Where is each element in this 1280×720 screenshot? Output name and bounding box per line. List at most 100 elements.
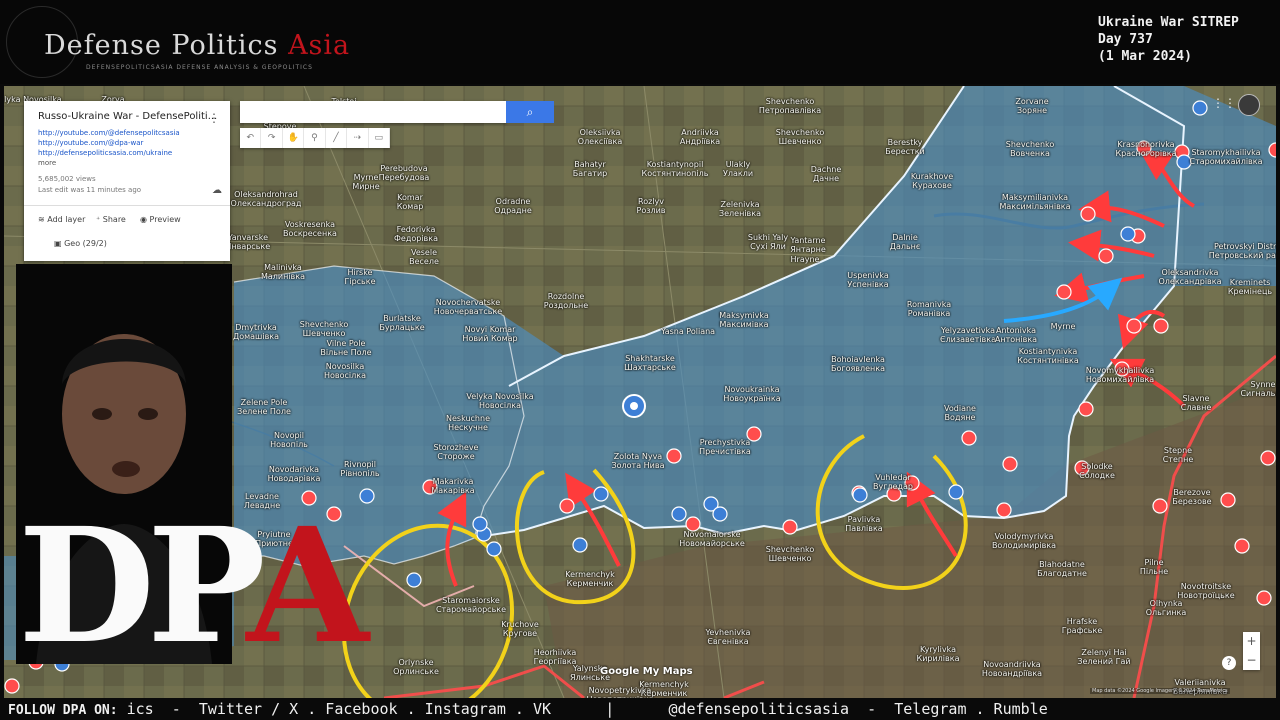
place-name-ukrainian: Водяне (944, 413, 976, 422)
place-name: Novosilka (325, 362, 365, 371)
place-name: Novoukrainka (724, 385, 780, 394)
place-label: Novodarivka Новодарівка (268, 465, 321, 483)
preview-button[interactable]: ◉ Preview (140, 215, 181, 224)
marker-icon[interactable]: ⚲ (304, 128, 326, 148)
hand-icon[interactable]: ✋ (283, 128, 305, 148)
map-legend-panel[interactable]: Russo-Ukraine War - DefensePoliti... ⋮ h… (24, 101, 230, 261)
place-label: Zelenivka Зеленівка (719, 200, 761, 218)
place-name: Romanivka (906, 300, 952, 309)
channel-link[interactable]: http://youtube.com/@dpa-war (38, 139, 143, 147)
place-name: Burlatske (383, 314, 421, 323)
place-name-ukrainian: Шахтарське (624, 363, 676, 372)
zoom-control: + − (1243, 632, 1260, 670)
place-name: Pilne (1144, 558, 1164, 567)
place-name: Dachne (810, 165, 842, 174)
place-name: Novotroitske (1180, 582, 1232, 591)
place-name: Zelene Pole (240, 398, 288, 407)
place-name-ukrainian: Сухі Яли (750, 242, 786, 251)
sitrep-header: Ukraine War SITREP Day 737 (1 Mar 2024) (1098, 14, 1239, 65)
place-label: Perebudova Перебудова (379, 164, 430, 182)
place-name: Sukhi Yaly (747, 233, 789, 242)
place-label: Novosilka Новосілка (324, 362, 366, 380)
channel-link[interactable]: http://youtube.com/@defensepolitcsasia (38, 129, 180, 137)
place-label: Andriivka Андріївка (680, 128, 720, 146)
place-name-ukrainian: Федорівка (394, 234, 438, 243)
place-name: Kostiantynivka (1018, 347, 1078, 356)
place-name-ukrainian: Зелений Гай (1077, 657, 1131, 666)
share-button[interactable]: ⁺ Share (96, 215, 126, 224)
place-label: Novoandriivka Новоандріївка (982, 660, 1042, 678)
map-toolbar: ↶ ↷ ✋ ⚲ ╱ ⇢ ▭ (240, 128, 390, 148)
place-name: Pavlivka (847, 515, 881, 524)
dpa-logo-accent: A (246, 494, 369, 679)
place-label: Kermenchyk Керменчик (565, 570, 615, 588)
place-name-ukrainian: Розлив (636, 206, 666, 215)
place-name-ukrainian: Шевченко (302, 329, 346, 338)
help-icon[interactable]: ? (1222, 656, 1236, 670)
more-options-icon[interactable]: ⋮ (208, 111, 220, 125)
more-link[interactable]: more (38, 159, 56, 167)
place-name-ukrainian: Вугледар (873, 482, 913, 491)
layer-item[interactable]: ▣ Geo (29/2) (54, 239, 107, 248)
place-name: Solodke (1081, 462, 1113, 471)
map-title[interactable]: Russo-Ukraine War - DefensePoliti... (38, 111, 217, 122)
place-name: Rozdolne (547, 292, 585, 301)
place-label: Hrayne (791, 255, 820, 264)
search-button[interactable]: ⌕ (506, 101, 554, 123)
undo-icon[interactable]: ↶ (240, 128, 262, 148)
place-name: Myrne (1050, 322, 1076, 331)
place-label: Stepne Степне (1163, 446, 1194, 464)
place-name: Novopetrykivka (588, 686, 652, 695)
place-name: Staromaiorske (442, 596, 500, 605)
website-link[interactable]: http://defensepoliticsasia.com/ukraine (38, 149, 172, 157)
ruler-icon[interactable]: ▭ (369, 128, 390, 148)
route-icon[interactable]: ⇢ (347, 128, 369, 148)
place-label: Staromaiorske Старомайорське (436, 596, 506, 614)
place-name-ukrainian: Бурлацьке (379, 323, 425, 332)
place-label: Dalnie Дальнє (890, 233, 921, 251)
place-label: Voskresenka Воскресенка (283, 220, 337, 238)
dpa-logo: DPA (18, 508, 369, 666)
place-name-ukrainian: Андріївка (679, 137, 721, 146)
place-name-ukrainian: Графське (1061, 626, 1103, 635)
place-name-ukrainian: Воскресенка (283, 229, 337, 238)
place-label: Zelene Pole Зелене Поле (237, 398, 291, 416)
place-label: Bahatyr Багатир (573, 160, 607, 178)
add-layer-button[interactable]: ≋ Add layer (38, 215, 85, 224)
place-name-ukrainian: Новодарівка (267, 474, 321, 483)
place-label: Berezove Березове (1172, 488, 1211, 506)
add-layer-label: Add layer (47, 215, 86, 224)
apps-grid-icon[interactable]: ⋮⋮ (1212, 96, 1236, 110)
place-label: Storozheve Стороже (434, 443, 479, 461)
place-label: Zolota Nyva Золота Нива (612, 452, 665, 470)
place-label: Oleksandrohrad Олександроград (231, 190, 302, 208)
place-name-ukrainian: Старомайорське (435, 605, 507, 614)
place-name: Kermenchyk (565, 570, 615, 579)
place-name-ukrainian: Антонівка (994, 335, 1038, 344)
place-label: Zelenyi Hai Зелений Гай (1077, 648, 1130, 666)
search-input[interactable] (240, 101, 506, 123)
map-attribution[interactable]: Map data ©2024 Google Imagery ©2024 Terr… (1090, 688, 1230, 694)
place-name: Rozlyv (638, 197, 664, 206)
line-icon[interactable]: ╱ (326, 128, 348, 148)
social-ticker: FOLLOW DPA ON: ics - Twitter / X . Faceb… (0, 698, 1280, 720)
zoom-in-icon[interactable]: + (1243, 632, 1260, 651)
place-name: Hrafske (1066, 617, 1098, 626)
place-name: Petrovskyi District (1213, 242, 1276, 251)
sitrep-day: Day 737 (1098, 32, 1153, 47)
zoom-out-icon[interactable]: − (1243, 651, 1260, 670)
place-name: Storozheve (433, 443, 479, 452)
place-name-ukrainian: Новосілка (324, 371, 366, 380)
place-name: Shevchenko (765, 97, 815, 106)
place-label: Kostiantynivka Костянтинівка (1017, 347, 1078, 365)
place-name-ukrainian: Новомайорське (679, 539, 745, 548)
place-name-ukrainian: Новопіль (270, 440, 308, 449)
place-name-ukrainian: Костянтинопіль (641, 169, 709, 178)
place-name-ukrainian: Максимільянівка (999, 202, 1071, 211)
place-name: Heorhiivka (533, 648, 577, 657)
place-name: Olhynka (1149, 599, 1183, 608)
account-avatar[interactable] (1238, 94, 1260, 116)
place-name-ukrainian: Дальнє (889, 242, 921, 251)
redo-icon[interactable]: ↷ (261, 128, 283, 148)
place-label: Myrne Мирне (352, 173, 379, 191)
